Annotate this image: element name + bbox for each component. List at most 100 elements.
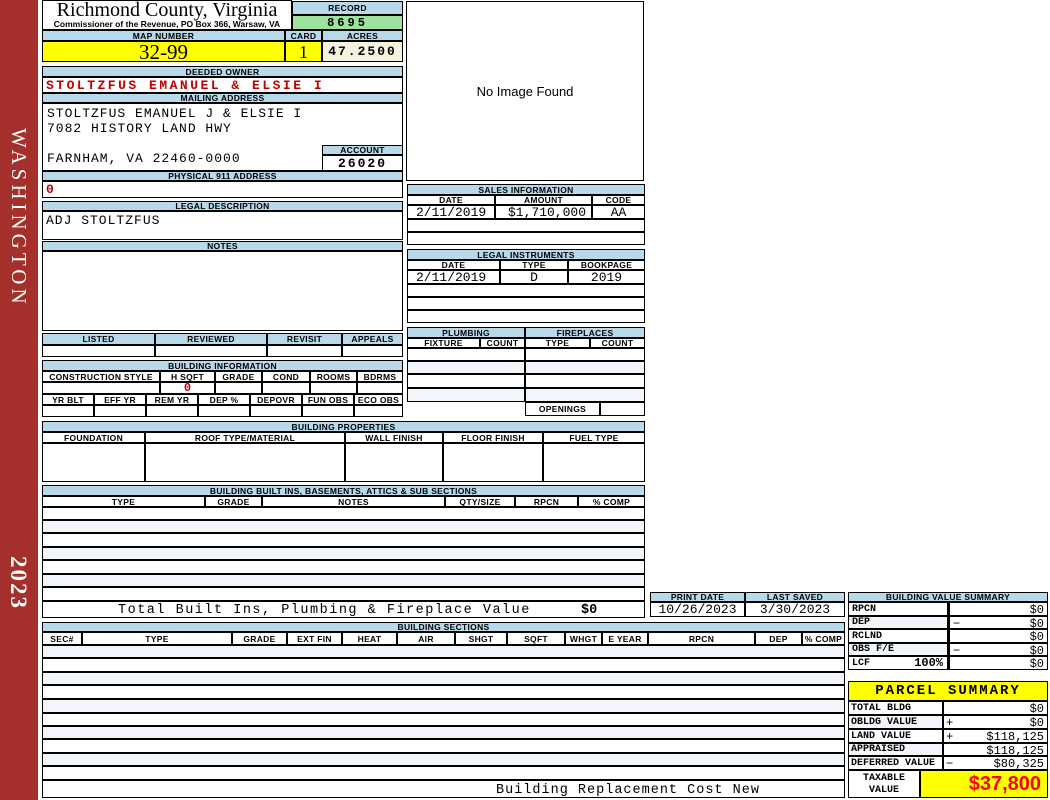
legal-description-header: LEGAL DESCRIPTION bbox=[42, 201, 403, 211]
last-saved-value: 3/30/2023 bbox=[745, 602, 845, 617]
construction-style-value bbox=[42, 382, 160, 394]
ps-value: $80,325 bbox=[994, 757, 1044, 770]
built-ins-header: BUILDING BUILT INS, BASEMENTS, ATTICS & … bbox=[42, 485, 645, 496]
county-header-box: Richmond County, Virginia Commissioner o… bbox=[42, 0, 292, 30]
account-value: 26020 bbox=[322, 155, 403, 171]
empty-row bbox=[407, 284, 645, 297]
col-roof: ROOF TYPE/MATERIAL bbox=[145, 432, 345, 443]
sales-col-amount: AMOUNT bbox=[495, 195, 592, 205]
bi-col-rpcn: RPCN bbox=[515, 496, 578, 507]
built-ins-total-label: Total Built Ins, Plumbing & Fireplace Va… bbox=[118, 603, 531, 618]
office-subtitle: Commissioner of the Revenue, PO Box 366,… bbox=[43, 20, 291, 30]
ps-value: $0 bbox=[1030, 716, 1044, 729]
empty-row bbox=[42, 739, 845, 753]
cond-value bbox=[262, 382, 310, 394]
openings-value bbox=[600, 402, 645, 416]
notes-box bbox=[42, 251, 403, 331]
sec-col: DEP bbox=[755, 632, 802, 645]
col-construction-style: CONSTRUCTION STYLE bbox=[42, 371, 160, 382]
empty-cell bbox=[146, 405, 198, 417]
legal-instruments-header: LEGAL INSTRUMENTS bbox=[407, 249, 645, 260]
ps-label: OBLDG VALUE bbox=[848, 715, 943, 729]
sec-col: EXT FIN bbox=[287, 632, 342, 645]
empty-row bbox=[407, 310, 645, 323]
property-image-placeholder: No Image Found bbox=[406, 1, 644, 181]
instr-type: D bbox=[500, 270, 568, 284]
sales-col-code: CODE bbox=[592, 195, 645, 205]
empty-row bbox=[525, 361, 645, 374]
empty-row bbox=[42, 533, 645, 547]
ps-label: APPRAISED VALUE bbox=[848, 743, 943, 756]
instr-col-type: TYPE bbox=[500, 260, 568, 270]
col-grade: GRADE bbox=[215, 371, 262, 382]
sidebar: WASHINGTON 2023 bbox=[0, 0, 38, 800]
foundation-box bbox=[42, 443, 145, 482]
col-eco-obs: ECO OBS bbox=[354, 394, 403, 405]
empty-cell bbox=[250, 405, 302, 417]
col-bdrms: BDRMS bbox=[357, 371, 403, 382]
print-date-header: PRINT DATE bbox=[650, 592, 745, 602]
bvs-value-cell: −$0 bbox=[948, 616, 1048, 629]
listed-header: LISTED bbox=[42, 333, 155, 345]
ps-value-cell: $118,125 bbox=[943, 743, 1048, 756]
taxable-value-label: TAXABLE VALUE bbox=[848, 770, 920, 798]
built-ins-total-row: Total Built Ins, Plumbing & Fireplace Va… bbox=[42, 601, 645, 618]
ps-op: + bbox=[946, 730, 953, 743]
empty-row bbox=[42, 713, 845, 726]
empty-row bbox=[525, 388, 645, 402]
map-number-header: MAP NUMBER bbox=[42, 30, 285, 41]
empty-row bbox=[407, 297, 645, 310]
fireplace-col-type: TYPE bbox=[525, 338, 590, 348]
col-rooms: ROOMS bbox=[310, 371, 357, 382]
col-yr-blt: YR BLT bbox=[42, 394, 94, 405]
sales-col-date: DATE bbox=[407, 195, 495, 205]
sale-date: 2/11/2019 bbox=[407, 205, 495, 219]
fireplaces-header: FIREPLACES bbox=[525, 327, 645, 338]
empty-row bbox=[42, 547, 645, 560]
built-ins-total-value: $0 bbox=[581, 603, 597, 618]
bvs-op: − bbox=[953, 617, 960, 629]
bi-col-type: TYPE bbox=[42, 496, 205, 507]
plumbing-col-fixture: FIXTURE bbox=[407, 338, 480, 348]
sec-col: E YEAR bbox=[602, 632, 648, 645]
bvs-label: LCF bbox=[852, 658, 870, 669]
map-number-value: 32-99 bbox=[42, 41, 285, 62]
bvs-value: $0 bbox=[1030, 630, 1044, 643]
tax-year: 2023 bbox=[5, 556, 31, 656]
sec-col: RPCN bbox=[648, 632, 755, 645]
wall-finish-box bbox=[345, 443, 443, 482]
empty-row bbox=[407, 361, 525, 374]
empty-cell bbox=[354, 405, 403, 417]
sec-col: TYPE bbox=[82, 632, 232, 645]
col-wall-finish: WALL FINISH bbox=[345, 432, 443, 443]
deeded-owner-value: STOLTZFUS EMANUEL & ELSIE I bbox=[42, 77, 403, 93]
fuel-type-box bbox=[543, 443, 645, 482]
empty-row bbox=[525, 348, 645, 361]
bvs-value: $0 bbox=[1030, 657, 1044, 670]
floor-finish-box bbox=[443, 443, 543, 482]
empty-row bbox=[42, 507, 645, 520]
col-h-sqft: H SQFT bbox=[160, 371, 215, 382]
col-depovr: DEPOVR bbox=[250, 394, 302, 405]
ps-label: TOTAL BLDG VALUE bbox=[848, 701, 943, 715]
empty-row bbox=[407, 348, 525, 361]
appeals-header: APPEALS bbox=[342, 333, 403, 345]
empty-row bbox=[407, 374, 525, 388]
empty-row bbox=[407, 219, 645, 232]
bi-col-comp: % COMP bbox=[578, 496, 645, 507]
last-saved-header: LAST SAVED bbox=[745, 592, 845, 602]
legal-description-value: ADJ STOLTZFUS bbox=[42, 211, 403, 240]
empty-row bbox=[42, 753, 845, 766]
revisit-header: REVISIT bbox=[267, 333, 342, 345]
empty-row bbox=[155, 345, 267, 357]
bvs-value-cell: $0 bbox=[948, 629, 1048, 643]
bvs-label: RCLND bbox=[848, 629, 948, 643]
sec-col: SQFT bbox=[507, 632, 565, 645]
sec-col: WHGT bbox=[565, 632, 602, 645]
bvs-label: OBS F/E bbox=[848, 643, 948, 656]
building-sections-header: BUILDING SECTIONS bbox=[42, 622, 845, 632]
county-title: Richmond County, Virginia bbox=[43, 1, 291, 20]
card-value: 1 bbox=[285, 41, 322, 62]
mailing-address-header: MAILING ADDRESS bbox=[42, 93, 403, 103]
empty-row bbox=[42, 587, 645, 601]
